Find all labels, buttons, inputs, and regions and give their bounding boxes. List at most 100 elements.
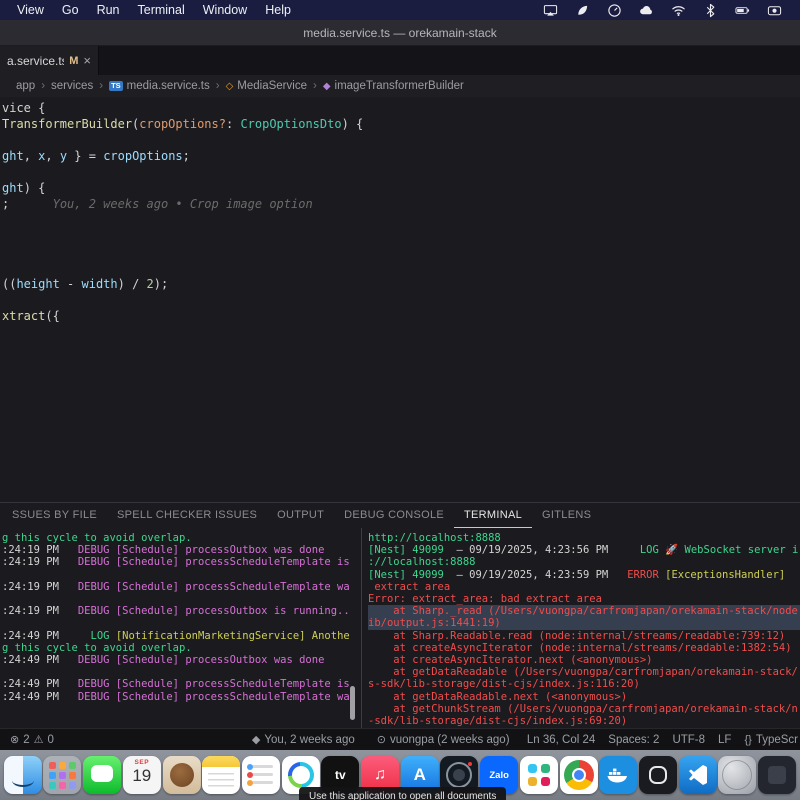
- text-line: g this cycle to avoid overlap.: [2, 532, 361, 544]
- calendar-day: 19: [123, 766, 161, 786]
- commit-diamond-icon: ◆: [252, 733, 260, 746]
- dock-slack[interactable]: [520, 756, 558, 794]
- panel-tab-debug-console[interactable]: DEBUG CONSOLE: [334, 503, 454, 528]
- language-text: TypeScr: [756, 734, 798, 746]
- breadcrumb-label: MediaService: [237, 80, 307, 92]
- breadcrumb-item-app[interactable]: app: [16, 80, 35, 92]
- cursor-position[interactable]: Ln 36, Col 24: [527, 734, 595, 746]
- breadcrumb-item-services[interactable]: services: [51, 80, 93, 92]
- dock-tooltip: Use this application to open all documen…: [299, 787, 506, 800]
- braces-icon: {}: [744, 734, 751, 746]
- eol-setting[interactable]: LF: [718, 734, 731, 746]
- terminal-scrollbar-thumb[interactable]: [350, 686, 355, 720]
- text-line: s-sdk/lib-storage/dist-cjs/index.js:116:…: [368, 678, 800, 690]
- dock-messages[interactable]: [83, 756, 121, 794]
- gauge-icon[interactable]: [607, 3, 622, 18]
- terminal-pane-left[interactable]: g this cycle to avoid overlap. :24:19 PM …: [0, 528, 361, 728]
- chevron-right-icon: ›: [311, 80, 319, 92]
- text-line: ://localhost:8888: [368, 556, 800, 568]
- problems-indicator[interactable]: ⊗ 2 ⚠ 0: [10, 733, 54, 746]
- dock-chrome[interactable]: [560, 756, 598, 794]
- text-line: TransformerBuilder(cropOptions?: CropOpt…: [2, 116, 800, 132]
- text-line: [2, 617, 361, 629]
- menu-view[interactable]: View: [8, 3, 53, 17]
- breadcrumb-item-media-service-ts[interactable]: TSmedia.service.ts: [109, 80, 210, 92]
- typescript-file-icon: TS: [109, 81, 123, 91]
- menu-go[interactable]: Go: [53, 3, 88, 17]
- text-line: vice {: [2, 100, 800, 116]
- dock-docker[interactable]: [599, 756, 637, 794]
- panel-tab-output[interactable]: OUTPUT: [267, 503, 334, 528]
- editor-tab-bar: a.service.ts M ×: [0, 46, 800, 75]
- text-line: [Nest] 49099 — 09/19/2025, 4:23:56 PM LO…: [368, 544, 800, 556]
- dock-yarnball[interactable]: [718, 756, 756, 794]
- panel-tab-terminal[interactable]: TERMINAL: [454, 503, 532, 528]
- text-line: at createAsyncIterator (node:internal/st…: [368, 642, 800, 654]
- battery-icon[interactable]: [735, 3, 750, 18]
- panel-tab-gitlens[interactable]: GITLENS: [532, 503, 601, 528]
- text-line: at getDataReadable.next (<anonymous>): [368, 691, 800, 703]
- dock-notes[interactable]: [202, 756, 240, 794]
- text-line: [Nest] 49099 — 09/19/2025, 4:23:59 PM ER…: [368, 569, 800, 581]
- camera-icon[interactable]: [767, 3, 782, 18]
- breadcrumb-item-mediaservice[interactable]: ◇MediaService: [226, 80, 307, 92]
- code-editor[interactable]: vice {TransformerBuilder(cropOptions?: C…: [0, 97, 800, 502]
- git-commit-status[interactable]: ⊙ vuongpa (2 weeks ago): [377, 733, 510, 746]
- window-title: media.service.ts — orekamain-stack: [303, 26, 496, 40]
- text-line: at Sharp.Readable.read (node:internal/st…: [368, 630, 800, 642]
- tab-close-icon[interactable]: ×: [83, 53, 91, 68]
- commit-text: vuongpa (2 weeks ago): [390, 734, 510, 746]
- terminal-panel: g this cycle to avoid overlap. :24:19 PM …: [0, 528, 800, 728]
- indentation-setting[interactable]: Spaces: 2: [608, 734, 659, 746]
- chevron-right-icon: ›: [39, 80, 47, 92]
- menu-help[interactable]: Help: [256, 3, 300, 17]
- text-line: at createAsyncIterator.next (<anonymous>…: [368, 654, 800, 666]
- tab-media-service-ts[interactable]: a.service.ts M ×: [0, 46, 99, 75]
- gitlens-blame-status[interactable]: ◆ You, 2 weeks ago: [252, 733, 355, 746]
- language-mode[interactable]: {} TypeScr: [744, 734, 798, 746]
- tab-label: a.service.ts: [7, 54, 64, 68]
- terminal-pane-right[interactable]: http://localhost:8888[Nest] 49099 — 09/1…: [362, 528, 800, 728]
- breadcrumb: app › services › TSmedia.service.ts › ◇MediaSe…: [0, 75, 800, 97]
- text-line: ght) {: [2, 180, 800, 196]
- macos-menu-bar: ViewGoRunTerminalWindowHelp: [0, 0, 800, 20]
- dock-launchpad[interactable]: [43, 756, 81, 794]
- dock-finder[interactable]: [4, 756, 42, 794]
- text-line: http://localhost:8888: [368, 532, 800, 544]
- text-line: ((height - width) / 2);: [2, 276, 800, 292]
- text-line: at getChunkStream (/Users/vuongpa/carfro…: [368, 703, 800, 715]
- wifi-icon[interactable]: [671, 3, 686, 18]
- menu-window[interactable]: Window: [194, 3, 256, 17]
- menu-status-icons: [543, 3, 792, 18]
- status-center-group: ◆ You, 2 weeks ago ⊙ vuongpa (2 weeks ag…: [252, 733, 510, 746]
- commit-circle-icon: ⊙: [377, 733, 386, 746]
- dock-dbeaver[interactable]: [163, 756, 201, 794]
- screen-mirroring-icon[interactable]: [543, 3, 558, 18]
- menu-run[interactable]: Run: [88, 3, 129, 17]
- text-line: :24:19 PM DEBUG [Schedule] processOutbox…: [2, 605, 361, 617]
- cloud-icon[interactable]: [639, 3, 654, 18]
- dock-vscode[interactable]: [679, 756, 717, 794]
- class-symbol-icon: ◇: [226, 81, 234, 92]
- text-line: -sdk/lib-storage/dist-cjs/index.js:69:20…: [368, 715, 800, 727]
- breadcrumb-item-imagetransformerbuilder[interactable]: ◆imageTransformerBuilder: [323, 80, 464, 92]
- blame-text: You, 2 weeks ago: [264, 734, 354, 746]
- dock-reminders[interactable]: [242, 756, 280, 794]
- text-line: xtract({: [2, 308, 800, 324]
- file-encoding[interactable]: UTF-8: [672, 734, 705, 746]
- dock-rightapp[interactable]: [758, 756, 796, 794]
- dock-darkapp[interactable]: [639, 756, 677, 794]
- chevron-right-icon: ›: [214, 80, 222, 92]
- text-line: :24:49 PM DEBUG [Schedule] processOutbox…: [2, 654, 361, 666]
- bluetooth-icon[interactable]: [703, 3, 718, 18]
- calendar-month: SEP: [123, 759, 161, 766]
- text-line: [2, 260, 800, 276]
- window-title-bar[interactable]: media.service.ts — orekamain-stack: [0, 20, 800, 46]
- leaf-icon[interactable]: [575, 3, 590, 18]
- warning-count: 0: [48, 734, 54, 746]
- panel-tab-ssues-by-file[interactable]: SSUES BY FILE: [2, 503, 107, 528]
- panel-tab-spell-checker-issues[interactable]: SPELL CHECKER ISSUES: [107, 503, 267, 528]
- menu-terminal[interactable]: Terminal: [129, 3, 194, 17]
- status-bar: ⊗ 2 ⚠ 0 ◆ You, 2 weeks ago ⊙ vuongpa (2 …: [0, 728, 800, 750]
- dock-calendar[interactable]: SEP19: [123, 756, 161, 794]
